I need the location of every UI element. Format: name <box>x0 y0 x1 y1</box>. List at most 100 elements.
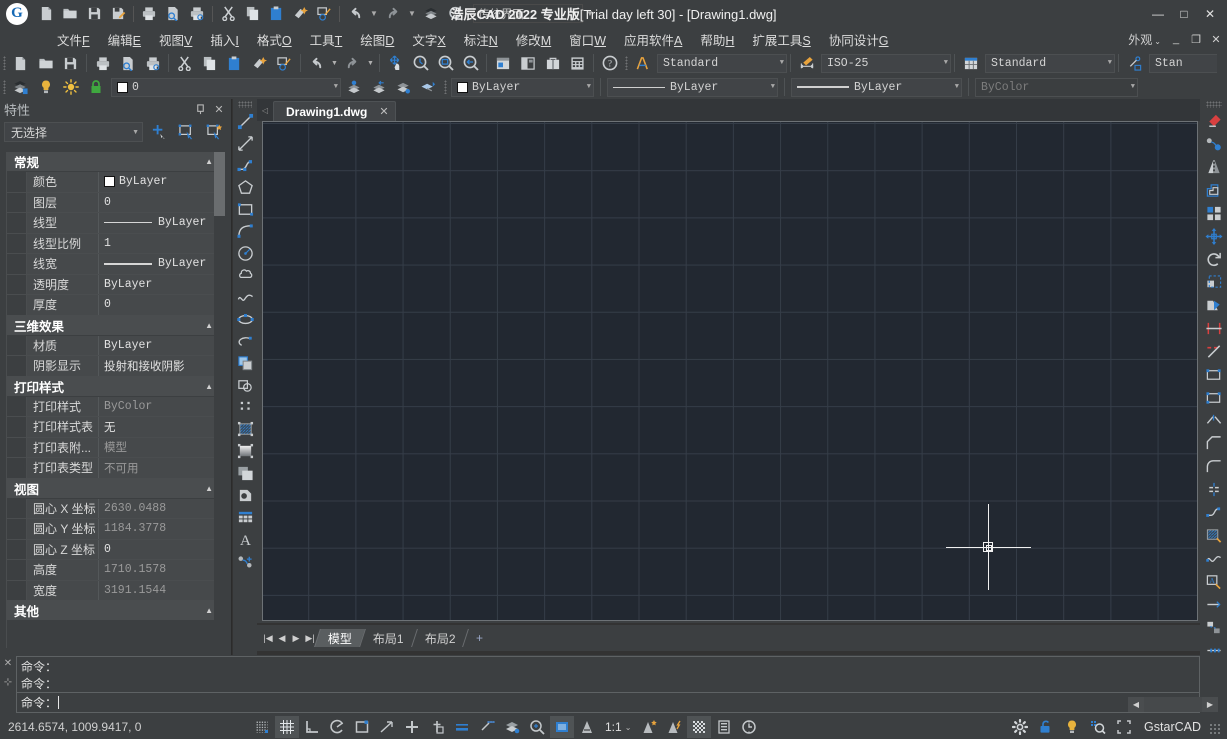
clean-screen-icon[interactable] <box>737 716 761 738</box>
chevron-down-icon[interactable]: ▼ <box>951 83 959 91</box>
layout-tab-1[interactable]: 模型 <box>314 629 365 647</box>
arc-icon[interactable] <box>234 220 256 242</box>
copy-objects-icon[interactable] <box>1202 133 1226 156</box>
property-row[interactable]: 厚度0 <box>7 295 219 316</box>
property-group-header[interactable]: 常规▲ <box>7 152 219 172</box>
linetype-combo[interactable]: ByLayer ▼ <box>607 78 778 97</box>
menu-item-3[interactable]: 视图V <box>150 28 201 51</box>
table-style-combo[interactable]: Standard ▼ <box>985 54 1115 73</box>
ortho-mode-icon[interactable] <box>300 716 324 738</box>
cut-icon[interactable] <box>172 52 197 74</box>
property-row[interactable]: 线型ByLayer <box>7 213 219 234</box>
table-style-icon[interactable] <box>958 52 983 74</box>
dim-style-icon[interactable] <box>794 52 819 74</box>
explode-icon[interactable] <box>1202 478 1226 501</box>
property-row[interactable]: 线宽ByLayer <box>7 254 219 275</box>
property-value[interactable]: 3191.1544 <box>99 581 219 601</box>
scrollbar-track[interactable] <box>1144 697 1202 712</box>
property-row[interactable]: 打印样式表无 <box>7 417 219 438</box>
property-group-header[interactable]: 打印样式▲ <box>7 377 219 397</box>
save-as-icon[interactable] <box>106 2 130 26</box>
property-row[interactable]: 颜色ByLayer <box>7 172 219 193</box>
menu-item-4[interactable]: 插入I <box>201 28 248 51</box>
document-restore-button[interactable]: ❐ <box>1187 30 1205 48</box>
make-object-layer-current-icon[interactable] <box>341 76 366 98</box>
print-preview-icon[interactable] <box>161 2 185 26</box>
property-row[interactable]: 圆心 Z 坐标0 <box>7 540 219 561</box>
menu-item-12[interactable]: 应用软件A <box>615 28 691 51</box>
menu-item-15[interactable]: 协同设计G <box>820 28 898 51</box>
new-file-icon[interactable] <box>34 2 58 26</box>
chevron-down-icon[interactable]: ▼ <box>330 83 338 91</box>
print-preview-icon[interactable] <box>115 52 140 74</box>
select-objects-icon[interactable] <box>175 122 199 143</box>
collapse-arrow-icon[interactable]: ▲ <box>205 606 213 615</box>
property-group-header[interactable]: 视图▲ <box>7 479 219 499</box>
layout-nav-1[interactable]: |◀ <box>261 627 275 649</box>
edit-hatch-icon[interactable] <box>1202 524 1226 547</box>
property-group-header[interactable]: 其他▲ <box>7 601 219 621</box>
lineweight-combo[interactable]: ByLayer ▼ <box>791 78 962 97</box>
property-value[interactable]: 2630.0488 <box>99 499 219 519</box>
chevron-down-icon[interactable]: ▼ <box>776 59 784 67</box>
doc-tab-scroll-left[interactable]: ◁ <box>257 99 273 121</box>
property-value[interactable]: ByColor <box>99 397 219 417</box>
add-selected-icon[interactable] <box>234 550 256 572</box>
close-icon[interactable]: ✕ <box>211 103 227 116</box>
wipeout-icon[interactable] <box>234 484 256 506</box>
text-style-icon[interactable] <box>630 52 655 74</box>
menu-item-6[interactable]: 工具T <box>301 28 352 51</box>
mleader-style-combo[interactable]: Stan <box>1149 54 1217 73</box>
property-value[interactable]: ByLayer <box>99 172 219 192</box>
annotation-scale-selector[interactable]: 1:1 ⌄ <box>600 716 636 738</box>
properties-panel-icon[interactable] <box>490 52 515 74</box>
print-icon[interactable] <box>90 52 115 74</box>
ellipse-arc-icon[interactable] <box>234 330 256 352</box>
layer-previous-icon[interactable] <box>366 76 391 98</box>
property-value[interactable]: ByLayer <box>99 336 219 356</box>
property-row[interactable]: 宽度3191.1544 <box>7 581 219 602</box>
text-style-combo[interactable]: Standard ▼ <box>657 54 787 73</box>
chevron-down-icon[interactable]: ▼ <box>570 9 578 18</box>
close-icon[interactable]: ✕ <box>4 658 12 669</box>
property-row[interactable]: 阴影显示投射和接收阴影 <box>7 356 219 377</box>
layout-nav-2[interactable]: ◀ <box>275 627 289 649</box>
undo-icon[interactable] <box>343 2 367 26</box>
annotation-scale-icon[interactable] <box>575 716 599 738</box>
move-icon[interactable] <box>1202 225 1226 248</box>
menu-item-1[interactable]: 文件F <box>48 28 99 51</box>
pan-realtime-icon[interactable] <box>383 52 408 74</box>
quick-properties-icon[interactable] <box>500 716 524 738</box>
layer-merge-icon[interactable] <box>416 76 441 98</box>
stretch-icon[interactable] <box>1202 294 1226 317</box>
insert-block-icon[interactable] <box>234 352 256 374</box>
layer-manager-icon[interactable] <box>8 76 33 98</box>
property-row[interactable]: 圆心 X 坐标2630.0488 <box>7 499 219 520</box>
menu-item-10[interactable]: 修改M <box>507 28 560 51</box>
layer-on-off-icon[interactable] <box>33 76 58 98</box>
toolbar-grip[interactable] <box>441 76 449 98</box>
region-icon[interactable] <box>234 462 256 484</box>
graphics-performance-icon[interactable] <box>1086 716 1110 738</box>
lineweight-icon[interactable] <box>450 716 474 738</box>
break-icon[interactable] <box>1202 386 1226 409</box>
zoom-realtime-icon[interactable] <box>408 52 433 74</box>
refresh-icon[interactable] <box>443 2 467 26</box>
polyline-icon[interactable] <box>234 154 256 176</box>
quick-select-icon[interactable] <box>203 122 227 143</box>
chevron-down-icon[interactable]: ▼ <box>767 83 775 91</box>
match-properties-icon[interactable] <box>247 52 272 74</box>
layout-nav-3[interactable]: ▶ <box>289 627 303 649</box>
close-icon[interactable]: ✕ <box>379 105 388 118</box>
property-value[interactable]: 无 <box>99 417 219 437</box>
mirror-icon[interactable] <box>1202 156 1226 179</box>
document-close-button[interactable]: ✕ <box>1207 30 1225 48</box>
erase-icon[interactable] <box>1202 110 1226 133</box>
snap-mode-icon[interactable] <box>250 716 274 738</box>
edit-spline-icon[interactable] <box>1202 547 1226 570</box>
redo-dropdown-arrow[interactable]: ▼ <box>365 52 376 74</box>
property-value[interactable]: ByLayer <box>99 254 219 274</box>
property-value[interactable]: 1 <box>99 234 219 254</box>
gradient-icon[interactable] <box>234 440 256 462</box>
redo-dropdown-arrow[interactable]: ▼ <box>405 4 419 24</box>
